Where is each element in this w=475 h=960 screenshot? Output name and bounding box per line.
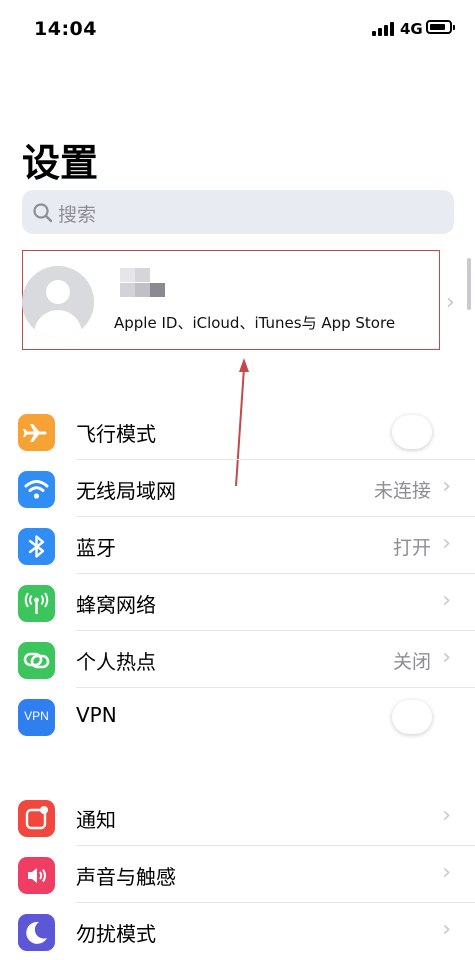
cellular-antenna-icon (18, 585, 55, 622)
row-label: 个人热点 (76, 650, 156, 674)
row-sounds-haptics[interactable]: 声音与触感 › (0, 846, 475, 903)
chevron-right-icon: › (446, 290, 455, 315)
scroll-indicator (467, 258, 471, 310)
vpn-icon: VPN (18, 699, 55, 736)
notification-icon (18, 800, 55, 837)
chevron-right-icon: › (442, 803, 451, 828)
row-value: 关闭 (392, 651, 431, 673)
battery-icon (426, 20, 455, 34)
moon-icon (18, 914, 55, 951)
row-label: 无线局域网 (76, 479, 176, 503)
row-bluetooth[interactable]: 蓝牙 打开 › (0, 517, 475, 574)
wifi-icon (18, 471, 55, 508)
status-bar: 14:04 4G (0, 0, 475, 58)
vpn-icon-text: VPN (24, 709, 49, 723)
row-notifications[interactable]: 通知 › (0, 789, 475, 846)
blurred-account-name (120, 268, 166, 298)
speaker-icon (18, 857, 55, 894)
network-type: 4G (400, 20, 423, 38)
row-label: 蜂窝网络 (76, 593, 156, 617)
vpn-toggle[interactable] (392, 700, 432, 734)
chevron-right-icon: › (442, 588, 451, 613)
row-label: 勿扰模式 (76, 922, 156, 946)
row-label: 声音与触感 (76, 865, 176, 889)
row-personal-hotspot[interactable]: 个人热点 关闭 › (0, 631, 475, 688)
row-wifi[interactable]: 无线局域网 未连接 › (0, 460, 475, 517)
airplane-icon (18, 414, 55, 451)
row-cellular[interactable]: 蜂窝网络 › (0, 574, 475, 631)
row-vpn[interactable]: VPN VPN (0, 688, 475, 745)
row-value: 未连接 (373, 480, 431, 502)
signal-icon (372, 22, 396, 36)
chevron-right-icon: › (442, 645, 451, 670)
bluetooth-icon (18, 528, 55, 565)
row-label: 蓝牙 (76, 536, 116, 560)
chevron-right-icon: › (442, 917, 451, 942)
chevron-right-icon: › (442, 531, 451, 556)
row-do-not-disturb[interactable]: 勿扰模式 › (0, 903, 475, 960)
row-value: 打开 (392, 537, 431, 559)
row-label: 通知 (76, 808, 116, 832)
section-gap (0, 756, 475, 782)
search-placeholder: 搜索 (58, 204, 97, 226)
row-label: VPN (76, 703, 117, 727)
chevron-right-icon: › (442, 474, 451, 499)
search-input[interactable]: 搜索 (22, 190, 454, 234)
search-icon (33, 203, 53, 223)
airplane-toggle[interactable] (392, 415, 432, 449)
chevron-right-icon: › (442, 860, 451, 885)
row-label: 飞行模式 (76, 422, 156, 446)
apple-id-profile-row[interactable]: Apple ID、iCloud、iTunes与 App Store › (0, 250, 475, 352)
hotspot-link-icon (18, 642, 55, 679)
page-title: 设置 (22, 141, 99, 185)
status-time: 14:04 (34, 18, 97, 40)
row-airplane-mode[interactable]: 飞行模式 (0, 403, 475, 460)
avatar (22, 266, 94, 338)
profile-subtitle: Apple ID、iCloud、iTunes与 App Store (114, 314, 396, 332)
